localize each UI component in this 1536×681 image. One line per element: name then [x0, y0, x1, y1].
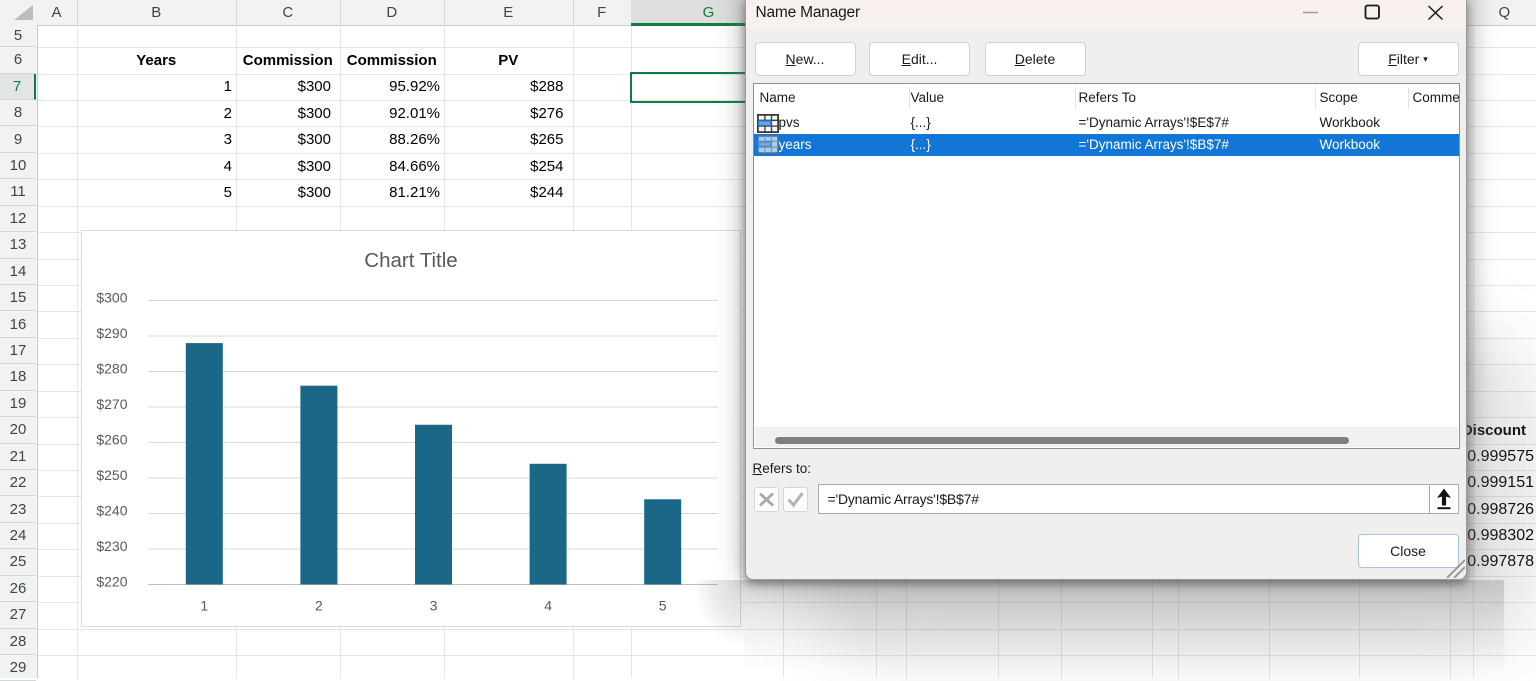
svg-text:$240: $240 — [96, 503, 127, 519]
svg-text:1: 1 — [200, 598, 208, 614]
svg-text:2: 2 — [315, 598, 323, 614]
svg-text:$220: $220 — [96, 574, 127, 590]
svg-text:$300: $300 — [96, 290, 127, 306]
svg-text:$230: $230 — [96, 538, 127, 554]
svg-text:$290: $290 — [96, 325, 127, 341]
svg-text:3: 3 — [430, 598, 438, 614]
svg-text:$280: $280 — [96, 361, 127, 377]
svg-text:$260: $260 — [96, 432, 127, 448]
svg-text:$270: $270 — [96, 396, 127, 412]
svg-text:$250: $250 — [96, 467, 127, 483]
svg-text:4: 4 — [544, 598, 552, 614]
svg-text:5: 5 — [659, 598, 667, 614]
